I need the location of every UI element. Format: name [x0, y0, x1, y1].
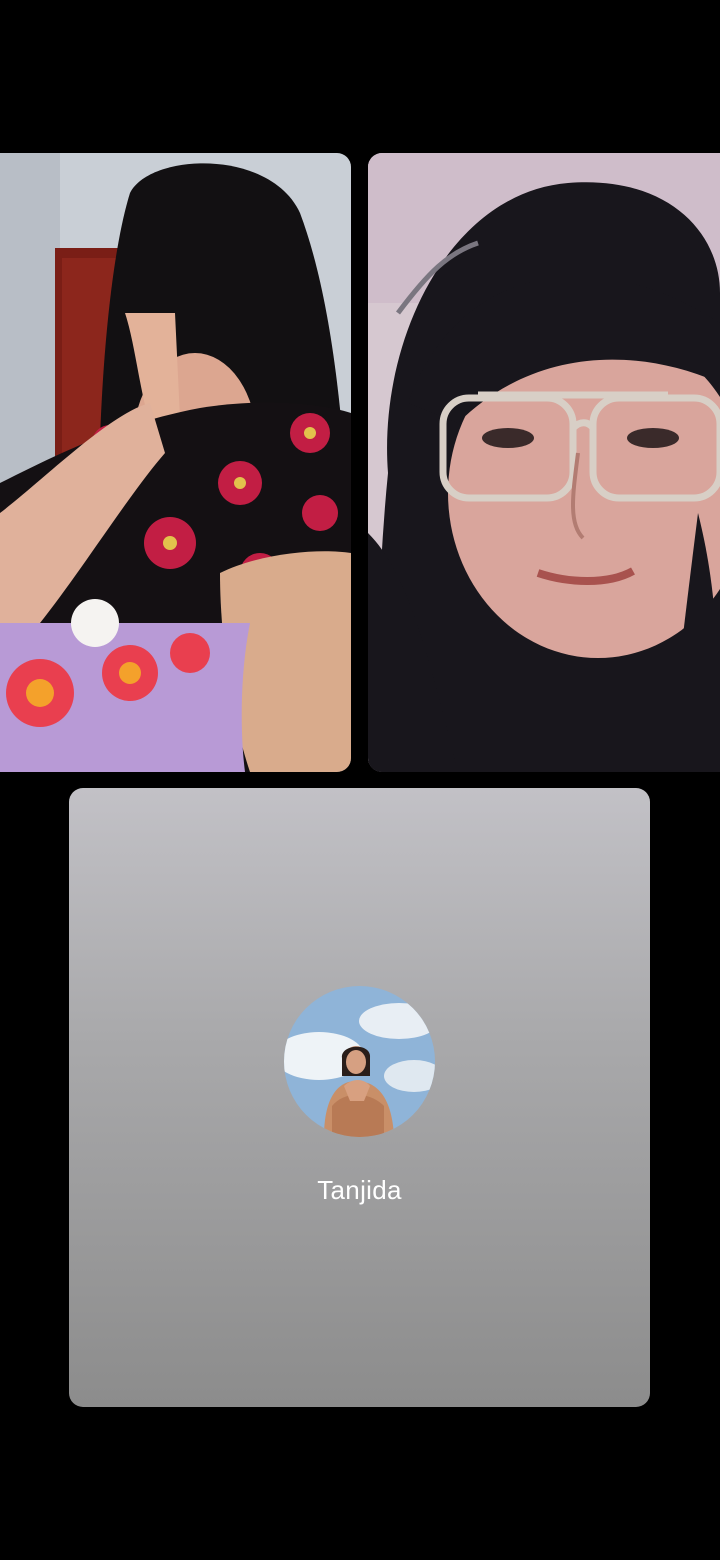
participant-video-tile-2[interactable] — [368, 153, 720, 772]
video-call-screen: { "participants": [ { "kind": "video" },… — [0, 0, 720, 1560]
profile-photo — [284, 986, 435, 1137]
participant-avatar — [284, 986, 435, 1137]
participant-name: Tanjida — [317, 1175, 402, 1205]
participant-video-tile-1[interactable] — [0, 153, 351, 772]
participant-video-frame-2 — [368, 153, 720, 772]
participant-video-frame-1 — [0, 153, 351, 772]
participant-avatar-tile[interactable]: Tanjida — [69, 788, 650, 1407]
